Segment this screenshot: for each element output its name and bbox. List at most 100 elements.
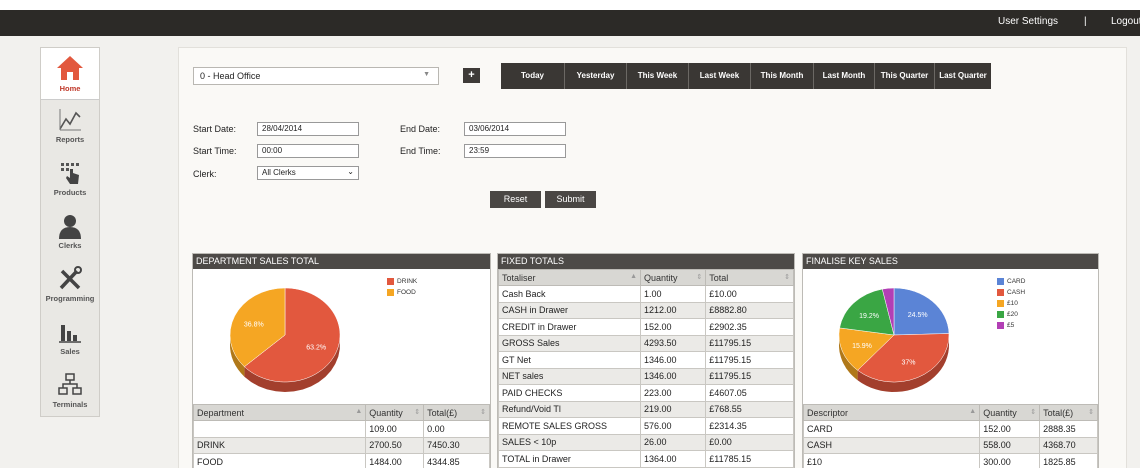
department-sales-title: DEPARTMENT SALES TOTAL bbox=[193, 254, 490, 269]
column-header-total[interactable]: Total ⇕ bbox=[705, 269, 794, 286]
start-date-input[interactable]: 28/04/2014 bbox=[257, 122, 359, 136]
sidebar-item-home[interactable]: Home bbox=[41, 48, 99, 100]
sidebar-item-clerks[interactable]: Clerks bbox=[41, 207, 99, 259]
column-header-totaliser[interactable]: Totaliser ▲ bbox=[498, 269, 642, 286]
column-header-total[interactable]: Total(£) ⇕ bbox=[423, 404, 490, 421]
sidebar-item-programming[interactable]: Programming bbox=[41, 260, 99, 312]
products-icon bbox=[61, 163, 79, 184]
department-table: Department ▲ Quantity ⇕ Total(£) ⇕ 109.00 0.… bbox=[193, 404, 490, 468]
range-today-button[interactable]: Today bbox=[501, 63, 565, 89]
finalise-legend-label: £5 bbox=[1007, 322, 1015, 329]
chevron-down-icon: ▼ bbox=[423, 71, 430, 78]
chevron-down-icon: ⌄ bbox=[347, 167, 354, 176]
sidebar-item-terminals[interactable]: Terminals bbox=[41, 366, 99, 418]
range-yesterday-button[interactable]: Yesterday bbox=[565, 63, 627, 89]
finalise-legend-swatch bbox=[997, 322, 1004, 329]
finalise-chart-area: 24.5% 37% 15.9% 19.2% CARD CASH £10 £20 £5 bbox=[803, 269, 1098, 404]
table-row: DRINK 2700.50 7450.30 bbox=[193, 436, 490, 454]
finalise-legend-label: CARD bbox=[1007, 278, 1026, 285]
end-time-label: End Time: bbox=[400, 146, 441, 156]
top-bar-separator: | bbox=[1084, 16, 1087, 27]
table-row: NET sales 1346.00 £11795.15 bbox=[498, 367, 794, 385]
sidebar-item-label: Terminals bbox=[52, 400, 88, 409]
finalise-slice-label: 37% bbox=[901, 359, 915, 366]
range-this-quarter-button[interactable]: This Quarter bbox=[875, 63, 935, 89]
department-legend-item[interactable]: FOOD bbox=[387, 289, 417, 300]
column-header-quantity[interactable]: Quantity ⇕ bbox=[979, 404, 1041, 421]
fixed-totals-title: FIXED TOTALS bbox=[498, 254, 794, 269]
location-select-value: 0 - Head Office bbox=[200, 71, 261, 81]
end-date-input[interactable]: 03/06/2014 bbox=[464, 122, 566, 136]
range-last-month-button[interactable]: Last Month bbox=[814, 63, 875, 89]
programming-icon bbox=[59, 266, 82, 290]
range-last-quarter-button[interactable]: Last Quarter bbox=[935, 63, 991, 89]
finalise-key-sales-title: FINALISE KEY SALES bbox=[803, 254, 1098, 269]
reports-icon bbox=[59, 109, 81, 131]
finalise-slice-label: 15.9% bbox=[852, 343, 872, 350]
range-this-week-button[interactable]: This Week bbox=[627, 63, 689, 89]
sort-icon: ⇕ bbox=[784, 273, 790, 281]
sales-icon bbox=[59, 325, 81, 343]
sort-icon: ▲ bbox=[969, 407, 977, 415]
finalise-legend-swatch bbox=[997, 289, 1004, 296]
table-row: FOOD 1484.00 4344.85 bbox=[193, 453, 490, 468]
table-row: CASH in Drawer 1212.00 £8882.80 bbox=[498, 301, 794, 319]
column-header-descriptor[interactable]: Descriptor ▲ bbox=[803, 404, 981, 421]
finalise-slice-label: 24.5% bbox=[908, 312, 928, 319]
sort-icon: ⇕ bbox=[1030, 408, 1037, 416]
sidebar-item-sales[interactable]: Sales bbox=[41, 313, 99, 365]
sort-icon: ⇕ bbox=[1088, 408, 1094, 416]
table-row: TOTAL in Drawer 1364.00 £11785.15 bbox=[498, 450, 794, 468]
main-panel: 0 - Head Office ▼ + Today Yesterday This… bbox=[178, 47, 1127, 468]
add-location-button[interactable]: + bbox=[463, 68, 480, 83]
sidebar-item-label: Programming bbox=[45, 294, 95, 303]
finalise-legend-item[interactable]: £10 bbox=[997, 300, 1025, 311]
date-range-buttons: Today Yesterday This Week Last Week This… bbox=[501, 63, 991, 89]
table-row: REMOTE SALES GROSS 576.00 £2314.35 bbox=[498, 417, 794, 435]
logout-link[interactable]: Logout bbox=[1111, 16, 1140, 27]
table-row: £10 300.00 1825.85 bbox=[803, 453, 1098, 468]
end-date-label: End Date: bbox=[400, 124, 441, 134]
column-header-total[interactable]: Total(£) ⇕ bbox=[1039, 404, 1098, 421]
location-select[interactable]: 0 - Head Office ▼ bbox=[193, 67, 439, 85]
column-header-department[interactable]: Department ▲ bbox=[193, 404, 367, 421]
department-legend-label: DRINK bbox=[397, 278, 418, 285]
department-legend-swatch bbox=[387, 278, 394, 285]
department-legend-item[interactable]: DRINK bbox=[387, 278, 417, 289]
table-row: CASH 558.00 4368.70 bbox=[803, 436, 1098, 454]
range-this-month-button[interactable]: This Month bbox=[751, 63, 814, 89]
range-last-week-button[interactable]: Last Week bbox=[689, 63, 751, 89]
start-time-input[interactable]: 00:00 bbox=[257, 144, 359, 158]
department-legend-label: FOOD bbox=[397, 289, 416, 296]
reset-button[interactable]: Reset bbox=[490, 191, 541, 208]
finalise-chart-legend: CARD CASH £10 £20 £5 bbox=[997, 278, 1025, 333]
end-time-input[interactable]: 23:59 bbox=[464, 144, 566, 158]
table-row: GT Net 1346.00 £11795.15 bbox=[498, 351, 794, 369]
start-date-label: Start Date: bbox=[193, 124, 237, 134]
sidebar-item-products[interactable]: Products bbox=[41, 154, 99, 206]
submit-button[interactable]: Submit bbox=[545, 191, 596, 208]
sidebar-item-reports[interactable]: Reports bbox=[41, 101, 99, 153]
finalise-legend-label: CASH bbox=[1007, 289, 1026, 296]
table-row: Refund/Void Tl 219.00 £768.55 bbox=[498, 400, 794, 418]
top-bar-strip: User Settings | Logout bbox=[0, 10, 1140, 36]
clerk-select[interactable]: All Clerks ⌄ bbox=[257, 166, 359, 180]
department-pie-chart: 63.2% 36.8% bbox=[229, 287, 341, 392]
sidebar: Home Reports Products Clerks Programming… bbox=[40, 47, 100, 417]
finalise-legend-item[interactable]: £20 bbox=[997, 311, 1025, 322]
finalise-legend-item[interactable]: £5 bbox=[997, 322, 1025, 333]
sidebar-item-label: Clerks bbox=[58, 241, 82, 250]
finalise-legend-swatch bbox=[997, 311, 1004, 318]
column-header-quantity[interactable]: Quantity ⇕ bbox=[640, 269, 707, 286]
column-header-quantity[interactable]: Quantity ⇕ bbox=[365, 404, 425, 421]
sidebar-item-label: Sales bbox=[60, 347, 80, 356]
finalise-key-sales-card: FINALISE KEY SALES 24.5% 37% 15.9% 19.2% CA… bbox=[802, 253, 1099, 468]
table-row: GROSS Sales 4293.50 £11795.15 bbox=[498, 334, 794, 352]
finalise-table: Descriptor ▲ Quantity ⇕ Total(£) ⇕ CARD 152.… bbox=[803, 404, 1098, 468]
finalise-legend-item[interactable]: CASH bbox=[997, 289, 1025, 300]
clerks-icon bbox=[59, 215, 81, 239]
home-icon bbox=[57, 56, 83, 80]
user-settings-link[interactable]: User Settings bbox=[998, 16, 1058, 27]
sidebar-item-label: Products bbox=[53, 188, 87, 197]
finalise-legend-item[interactable]: CARD bbox=[997, 278, 1025, 289]
